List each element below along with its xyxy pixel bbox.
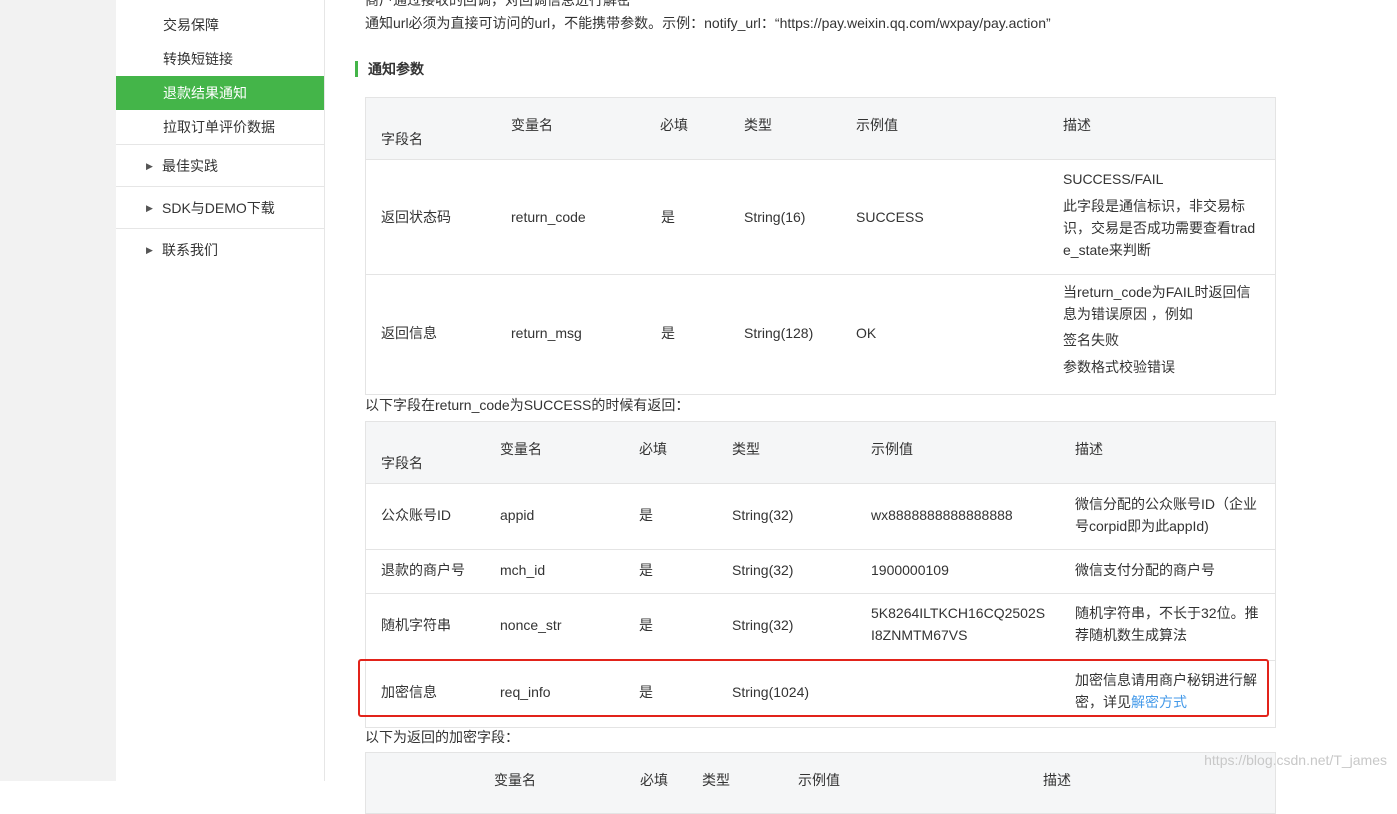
cell-desc-line: SUCCESS/FAIL bbox=[1063, 171, 1164, 187]
cell-example: OK bbox=[856, 325, 877, 341]
cell-required: 是 bbox=[661, 325, 675, 341]
cell-desc: 随机字符串，不长于32位。推荐随机数生成算法 bbox=[1075, 605, 1259, 643]
header-example: 示例值 bbox=[798, 772, 840, 788]
sidebar: 交易保障 转换短链接 退款结果通知 拉取订单评价数据 ▶ 最佳实践 ▶ SDK与… bbox=[116, 0, 325, 781]
watermark: https://blog.csdn.net/T_james bbox=[1204, 752, 1387, 768]
cell-var-name: appid bbox=[500, 507, 535, 523]
cell-example: wx8888888888888888 bbox=[871, 507, 1013, 523]
header-var-name: 变量名 bbox=[494, 772, 536, 788]
cell-desc-line: 参数格式校验错误 bbox=[1063, 359, 1175, 375]
header-type: 类型 bbox=[744, 117, 772, 133]
cell-field-name: 随机字符串 bbox=[381, 617, 451, 633]
cell-field-name: 返回状态码 bbox=[381, 209, 451, 225]
cell-required: 是 bbox=[639, 562, 653, 578]
sidebar-item-short-url[interactable]: 转换短链接 bbox=[116, 42, 324, 76]
cell-type: String(16) bbox=[744, 209, 806, 225]
header-field-name: 字段名 bbox=[381, 455, 423, 471]
cell-type: String(128) bbox=[744, 325, 814, 341]
highlight-annotation-box bbox=[358, 659, 1269, 717]
cell-required: 是 bbox=[639, 507, 653, 523]
cell-example: 1900000109 bbox=[871, 562, 949, 578]
sidebar-group-label: 联系我们 bbox=[162, 242, 218, 258]
sidebar-group-label: SDK与DEMO下载 bbox=[162, 200, 275, 216]
sidebar-item-trade-guarantee[interactable]: 交易保障 bbox=[116, 8, 324, 42]
sidebar-group-contact[interactable]: ▶ 联系我们 bbox=[116, 228, 324, 270]
cell-field-name: 退款的商户号 bbox=[381, 562, 465, 578]
cell-field-name: 公众账号ID bbox=[381, 507, 451, 523]
header-desc: 描述 bbox=[1075, 441, 1103, 457]
sidebar-item-refund-notify[interactable]: 退款结果通知 bbox=[116, 76, 324, 110]
cell-var-name: return_msg bbox=[511, 325, 582, 341]
sidebar-group-label: 最佳实践 bbox=[162, 158, 218, 174]
header-field-name: 字段名 bbox=[381, 131, 423, 147]
cell-field-name: 返回信息 bbox=[381, 325, 437, 341]
encrypted-fields-table: 变量名 必填 类型 示例值 描述 bbox=[365, 752, 1276, 814]
caret-right-icon: ▶ bbox=[146, 203, 153, 213]
cell-example: SUCCESS bbox=[856, 209, 924, 225]
cell-desc-line: 当return_code为FAIL时返回信息为错误原因 ，例如 bbox=[1063, 284, 1251, 322]
table-header-row: 变量名 必填 类型 示例值 描述 bbox=[366, 753, 1275, 813]
table-row: 公众账号ID appid 是 String(32) wx888888888888… bbox=[366, 483, 1275, 549]
header-example: 示例值 bbox=[856, 117, 898, 133]
table-row: 随机字符串 nonce_str 是 String(32) 5K8264ILTKC… bbox=[366, 593, 1275, 660]
cell-desc-line: 签名失败 bbox=[1063, 332, 1119, 348]
cell-var-name: mch_id bbox=[500, 562, 546, 578]
header-desc: 描述 bbox=[1063, 117, 1091, 133]
params-table: 字段名 变量名 必填 类型 示例值 描述 返回状态码 return_code 是… bbox=[365, 97, 1276, 395]
cell-var-name: return_code bbox=[511, 209, 586, 225]
table-header-row: 字段名 变量名 必填 类型 示例值 描述 bbox=[366, 422, 1275, 483]
header-var-name: 变量名 bbox=[500, 441, 542, 457]
sidebar-group-sdk-demo[interactable]: ▶ SDK与DEMO下载 bbox=[116, 186, 324, 228]
cell-var-name: nonce_str bbox=[500, 617, 562, 633]
cell-type: String(32) bbox=[732, 507, 794, 523]
section-title: 通知参数 bbox=[355, 61, 424, 77]
cell-desc: 微信支付分配的商户号 bbox=[1075, 562, 1215, 578]
caret-right-icon: ▶ bbox=[146, 161, 153, 171]
header-var-name: 变量名 bbox=[511, 117, 553, 133]
cell-type: String(32) bbox=[732, 562, 794, 578]
header-example: 示例值 bbox=[871, 441, 913, 457]
caret-right-icon: ▶ bbox=[146, 245, 153, 255]
table-row: 退款的商户号 mch_id 是 String(32) 1900000109 微信… bbox=[366, 549, 1275, 593]
caption-encrypted-fields: 以下为返回的加密字段： bbox=[365, 729, 519, 745]
header-required: 必填 bbox=[639, 441, 667, 457]
cell-example: 5K8264ILTKCH16CQ2502SI8ZNMTM67VS bbox=[871, 605, 1046, 643]
clipped-text: 商户通过接收的回调，对回调信息进行解密 bbox=[365, 0, 631, 8]
sidebar-item-order-comments[interactable]: 拉取订单评价数据 bbox=[116, 110, 324, 144]
cell-required: 是 bbox=[661, 209, 675, 225]
table-header-row: 字段名 变量名 必填 类型 示例值 描述 bbox=[366, 98, 1275, 159]
header-required: 必填 bbox=[660, 117, 688, 133]
header-type: 类型 bbox=[732, 441, 760, 457]
cell-desc: 微信分配的公众账号ID（企业号corpid即为此appId) bbox=[1075, 496, 1257, 534]
notify-url-note: 通知url必须为直接可访问的url，不能携带参数。示例：notify_url：“… bbox=[365, 15, 1051, 31]
cell-required: 是 bbox=[639, 617, 653, 633]
caption-success-fields: 以下字段在return_code为SUCCESS的时候有返回： bbox=[365, 397, 690, 413]
table-row: 返回信息 return_msg 是 String(128) OK 当return… bbox=[366, 274, 1275, 394]
cell-desc-line: 此字段是通信标识，非交易标识，交易是否成功需要查看trade_state来判断 bbox=[1063, 198, 1256, 258]
header-required: 必填 bbox=[640, 772, 668, 788]
sidebar-group-best-practice[interactable]: ▶ 最佳实践 bbox=[116, 144, 324, 186]
table-row: 返回状态码 return_code 是 String(16) SUCCESS S… bbox=[366, 159, 1275, 274]
cell-type: String(32) bbox=[732, 617, 794, 633]
header-desc: 描述 bbox=[1043, 772, 1071, 788]
header-type: 类型 bbox=[702, 772, 730, 788]
